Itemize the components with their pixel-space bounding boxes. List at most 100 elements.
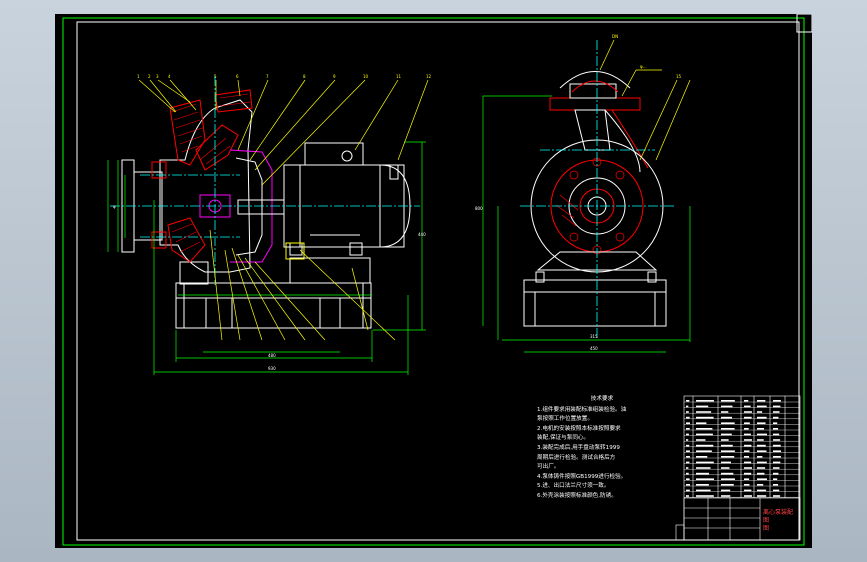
parts-cell-mark bbox=[686, 400, 690, 402]
parts-cell-mark bbox=[696, 495, 714, 497]
parts-cell-mark bbox=[721, 461, 731, 464]
svg-text:7: 7 bbox=[266, 74, 269, 79]
parts-cell-mark bbox=[773, 428, 779, 430]
requirement-line: 4.泵体铸件按照GB1999进行检验。 bbox=[537, 473, 627, 480]
parts-cell-mark bbox=[721, 422, 735, 424]
parts-cell-mark bbox=[686, 439, 689, 441]
parts-cell-mark bbox=[757, 444, 766, 447]
parts-cell-mark bbox=[773, 444, 781, 447]
svg-text:11: 11 bbox=[396, 74, 402, 79]
parts-cell-mark bbox=[744, 450, 750, 452]
front-view: 480930 φ440 123 456 789 10 11 12 bbox=[107, 74, 432, 375]
parts-cell-mark bbox=[696, 444, 714, 447]
parts-cell-mark bbox=[744, 422, 750, 424]
svg-text:8: 8 bbox=[303, 74, 306, 79]
parts-cell-mark bbox=[744, 472, 752, 475]
parts-cell-mark bbox=[721, 489, 731, 492]
parts-cell-mark bbox=[744, 405, 751, 408]
svg-text:10: 10 bbox=[363, 74, 369, 79]
parts-cell-mark bbox=[696, 428, 713, 430]
inner-frame bbox=[76, 21, 800, 541]
parts-cell-mark bbox=[744, 489, 752, 492]
parts-cell-mark bbox=[686, 433, 689, 436]
parts-cell-mark bbox=[721, 467, 730, 469]
technical-requirements-title: 技术要求 bbox=[590, 396, 614, 402]
parts-cell-mark bbox=[696, 416, 714, 419]
parts-cell-mark bbox=[773, 450, 781, 452]
svg-text:930: 930 bbox=[268, 366, 276, 371]
parts-cell-mark bbox=[757, 428, 764, 430]
parts-cell-mark bbox=[696, 472, 710, 475]
parts-cell-mark bbox=[757, 495, 767, 497]
parts-cell-mark bbox=[773, 411, 780, 413]
parts-cell-mark bbox=[721, 411, 729, 413]
parts-cell-mark bbox=[696, 422, 707, 424]
parts-cell-mark bbox=[686, 484, 690, 486]
parts-cell-mark bbox=[757, 411, 763, 413]
requirement-line: 可出厂。 bbox=[537, 464, 560, 471]
parts-cell-mark bbox=[696, 478, 714, 480]
pump-assembly-drawing: 480930 φ440 123 456 789 10 11 12 8004503… bbox=[62, 14, 812, 546]
parts-cell-mark bbox=[757, 489, 767, 492]
parts-cell-mark bbox=[744, 416, 752, 419]
parts-cell-mark bbox=[744, 400, 749, 402]
cad-viewport[interactable]: 480 930 φ 440 123 456 789 10 11 12 800 4… bbox=[55, 14, 812, 548]
parts-cell-mark bbox=[721, 444, 733, 447]
parts-cell-mark bbox=[696, 456, 708, 458]
parts-cell-mark bbox=[757, 467, 766, 469]
parts-cell-mark bbox=[744, 411, 752, 413]
parts-cell-mark bbox=[757, 422, 766, 424]
parts-cell-mark bbox=[721, 400, 735, 402]
parts-cell-mark bbox=[696, 433, 713, 436]
parts-cell-mark bbox=[744, 439, 752, 441]
parts-cell-mark bbox=[696, 489, 711, 492]
parts-cell-mark bbox=[773, 439, 781, 441]
parts-cell-mark bbox=[686, 461, 690, 464]
parts-cell-mark bbox=[686, 422, 690, 424]
svg-text:315: 315 bbox=[590, 334, 598, 339]
parts-cell-mark bbox=[721, 405, 733, 408]
requirement-line: 1.组件要求用装配标准组装检验。油 bbox=[537, 406, 627, 413]
parts-cell-mark bbox=[773, 478, 778, 480]
parts-cell-mark bbox=[686, 495, 689, 497]
parts-cell-mark bbox=[757, 439, 764, 441]
requirement-line: 装配,保证与泵同心。 bbox=[537, 435, 590, 442]
parts-cell-mark bbox=[721, 416, 733, 419]
parts-cell-mark bbox=[721, 433, 732, 436]
parts-cell-mark bbox=[696, 450, 712, 452]
parts-cell-mark bbox=[721, 450, 735, 452]
svg-text:3: 3 bbox=[156, 74, 159, 79]
parts-cell-mark bbox=[686, 472, 689, 475]
side-view: 800 450 315 DN φ… 15 bbox=[475, 34, 691, 353]
parts-cell-mark bbox=[757, 450, 767, 452]
parts-cell-mark bbox=[744, 461, 752, 464]
parts-cell-mark bbox=[721, 478, 735, 480]
parts-cell-mark bbox=[757, 461, 767, 464]
parts-cell-mark bbox=[721, 439, 729, 441]
parts-cell-mark bbox=[686, 428, 690, 430]
drawing-name: 离心泵装配图 bbox=[763, 509, 794, 524]
parts-cell-mark bbox=[757, 484, 764, 486]
parts-cell-mark bbox=[686, 478, 690, 480]
svg-text:6: 6 bbox=[236, 74, 239, 79]
requirement-line: 2.电机的安装按照本标准按照要求 bbox=[537, 425, 621, 432]
parts-cell-mark bbox=[721, 484, 734, 486]
svg-text:5: 5 bbox=[214, 74, 217, 79]
parts-cell-mark bbox=[773, 433, 780, 436]
parts-cell-mark bbox=[686, 456, 690, 458]
parts-cell-mark bbox=[721, 495, 731, 497]
parts-cell-mark bbox=[696, 461, 714, 464]
parts-cell-mark bbox=[744, 444, 752, 447]
svg-text:440: 440 bbox=[418, 232, 426, 237]
parts-cell-mark bbox=[757, 400, 766, 402]
technical-requirements: 技术要求 1.组件要求用装配标准组装检验。油 泵按照工作位置放置。 2.电机的安… bbox=[537, 395, 667, 502]
parts-cell-mark bbox=[744, 484, 750, 486]
svg-text:φ…: φ… bbox=[640, 64, 647, 69]
parts-cell-mark bbox=[696, 467, 711, 469]
parts-cell-mark bbox=[696, 405, 709, 408]
svg-text:12: 12 bbox=[426, 74, 432, 79]
parts-cell-mark bbox=[773, 400, 781, 402]
svg-text:480: 480 bbox=[268, 353, 276, 358]
parts-cell-mark bbox=[773, 467, 780, 469]
parts-cell-mark bbox=[773, 461, 781, 464]
